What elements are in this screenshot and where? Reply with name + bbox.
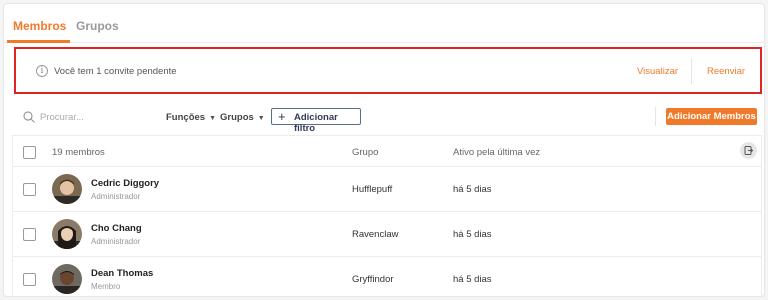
member-name[interactable]: Cedric Diggory (91, 178, 159, 189)
member-group: Ravenclaw (352, 229, 399, 240)
export-icon (744, 146, 754, 155)
table-row[interactable]: Cedric Diggory Administrador Hufflepuff … (13, 166, 761, 211)
view-invite-link[interactable]: Visualizar (637, 66, 678, 77)
info-icon: i (36, 65, 48, 77)
tab-groups[interactable]: Grupos (76, 19, 119, 33)
member-last-active: há 5 dias (453, 274, 492, 285)
avatar (52, 174, 82, 204)
member-role: Membro (91, 282, 121, 291)
table-row[interactable]: Cho Chang Administrador Ravenclaw há 5 d… (13, 211, 761, 256)
toolbar-divider (655, 107, 656, 126)
add-filter-button[interactable]: + Adicionar filtro (271, 108, 361, 134)
add-filter-label: Adicionar filtro (294, 112, 338, 134)
member-name[interactable]: Cho Chang (91, 223, 142, 234)
table-row[interactable]: Dean Thomas Membro Gryffindor há 5 dias (13, 256, 761, 296)
plus-icon: + (278, 109, 286, 124)
member-name[interactable]: Dean Thomas (91, 268, 153, 279)
avatar (52, 264, 82, 294)
active-tab-indicator (7, 40, 70, 43)
table-header: 19 membros Grupo Ativo pela última vez (13, 135, 761, 166)
groups-dropdown[interactable]: Grupos ▼ (220, 112, 265, 123)
groups-dropdown-label: Grupos (220, 112, 254, 123)
last-active-column-header: Ativo pela última vez (453, 147, 541, 158)
row-checkbox[interactable] (23, 228, 36, 241)
member-role: Administrador (91, 237, 141, 246)
member-group: Gryffindor (352, 274, 394, 285)
member-count: 19 membros (52, 147, 105, 158)
avatar (52, 219, 82, 249)
caret-down-icon: ▼ (209, 115, 216, 122)
tab-members[interactable]: Membros (13, 19, 66, 33)
row-checkbox[interactable] (23, 183, 36, 196)
add-members-button[interactable]: Adicionar Membros (666, 108, 757, 125)
row-checkbox[interactable] (23, 273, 36, 286)
pending-invite-text: Você tem 1 convite pendente (54, 66, 177, 77)
member-last-active: há 5 dias (453, 184, 492, 195)
banner-divider (691, 58, 692, 84)
tab-bar: Membros Grupos (4, 4, 764, 43)
resend-invite-link[interactable]: Reenviar (707, 66, 745, 77)
search-icon (23, 111, 35, 123)
member-last-active: há 5 dias (453, 229, 492, 240)
members-table: 19 membros Grupo Ativo pela última vez C… (12, 135, 762, 296)
functions-dropdown-label: Funções (166, 112, 206, 123)
functions-dropdown[interactable]: Funções ▼ (166, 112, 216, 123)
caret-down-icon: ▼ (257, 115, 265, 122)
pending-invite-banner: i Você tem 1 convite pendente Visualizar… (14, 47, 762, 94)
member-group: Hufflepuff (352, 184, 393, 195)
members-panel: Membros Grupos i Você tem 1 convite pend… (3, 3, 765, 297)
member-role: Administrador (91, 192, 141, 201)
group-column-header: Grupo (352, 147, 379, 158)
search-input[interactable] (40, 108, 150, 126)
select-all-checkbox[interactable] (23, 146, 36, 159)
export-button[interactable] (740, 142, 757, 159)
